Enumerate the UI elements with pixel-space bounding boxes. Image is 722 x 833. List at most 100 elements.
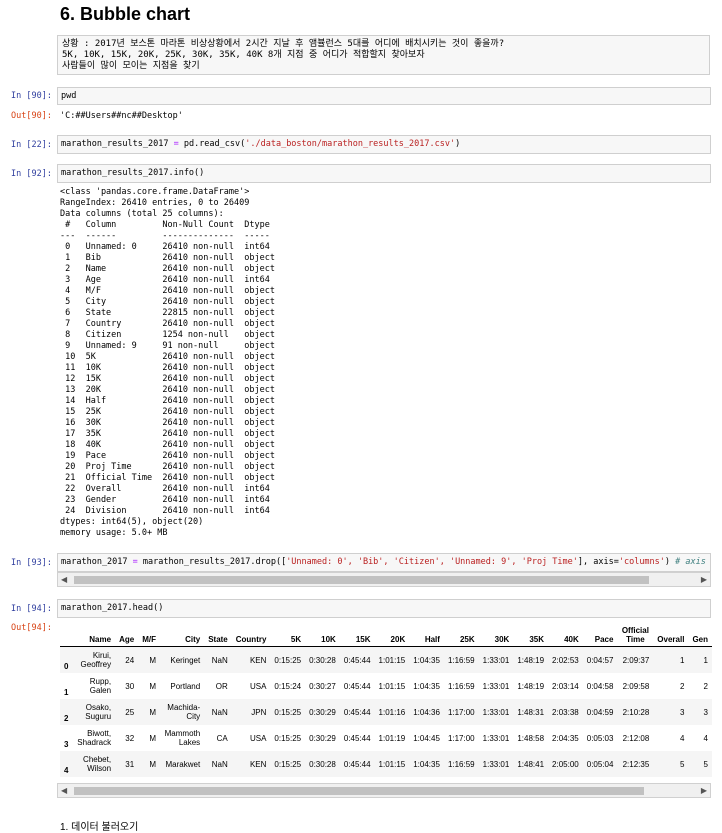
scroll-left-icon[interactable]: ◀	[61, 575, 67, 584]
column-header	[60, 620, 73, 647]
column-header: 10K	[305, 620, 340, 647]
table-cell: 1:17:00	[447, 733, 475, 743]
output-line: RangeIndex: 26410 entries, 0 to 26409	[60, 198, 250, 208]
table-cell: 0:45:44	[343, 707, 371, 717]
table-cell: 2:09:37	[622, 655, 650, 665]
scroll-right-icon[interactable]: ▶	[701, 575, 707, 584]
table-cell: 1	[679, 655, 685, 665]
table-cell: 0:45:44	[343, 655, 371, 665]
table-row: 3 Biwott, Shadrack 32 M Mammoth Lakes CA USA 0:…	[60, 725, 712, 751]
table-row: 2 Osako, Suguru 25 M Machida-City NaN JPN 0:15:…	[60, 699, 712, 725]
table-cell: 0:04:57	[586, 655, 614, 665]
table-row: 4 Chebet, Wilson 31 M Marakwet NaN KEN 0:15:25 0…	[60, 751, 712, 777]
column-header: Official Time	[617, 620, 654, 647]
column-header: State	[204, 620, 232, 647]
column-header: 5K	[270, 620, 306, 647]
code-cell-93[interactable]: marathon_2017 = marathon_results_2017.dr…	[57, 553, 711, 572]
output-line: 5 City 26410 non-null object	[60, 297, 275, 307]
table-cell: 1:04:35	[413, 655, 440, 665]
table-cell: 1:01:15	[378, 759, 406, 769]
output-line: 16 30K 26410 non-null object	[60, 418, 275, 428]
output-line: 24 Division 26410 non-null int64	[60, 506, 270, 516]
output-line: 18 40K 26410 non-null object	[60, 440, 275, 450]
output-line: 1 Bib 26410 non-null object	[60, 253, 275, 263]
table-cell: 0:15:24	[274, 681, 302, 691]
code-string: 'columns'	[618, 557, 665, 567]
column-header: Gen	[688, 620, 712, 647]
table-cell: 0:15:25	[274, 733, 302, 743]
output-line: dtypes: int64(5), object(20)	[60, 517, 204, 527]
markdown-line-3: 사람들이 많이 모이는 지점을 찾기	[62, 61, 200, 71]
table-cell: 1:16:59	[447, 681, 475, 691]
table-cell: OR	[215, 681, 228, 691]
out-prompt-90: Out[90]:	[11, 111, 52, 121]
table-cell: 1:16:59	[447, 759, 475, 769]
table-cell: 32	[125, 733, 135, 743]
table-cell: 1:04:35	[413, 759, 440, 769]
table-cell: 1:04:45	[413, 733, 440, 743]
table-cell: 2	[703, 681, 708, 691]
output-line: 23 Gender 26410 non-null int64	[60, 495, 270, 505]
row-index: 1	[64, 688, 69, 697]
column-header: 35K	[513, 620, 549, 647]
table-cell: Portland	[170, 681, 201, 691]
table-cell: Marakwet	[165, 759, 201, 769]
output-line: 15 25K 26410 non-null object	[60, 407, 275, 417]
table-cell: 1	[703, 655, 708, 665]
table-cell: 1:04:35	[413, 681, 440, 691]
row-index: 3	[64, 740, 69, 749]
table-cell: 5	[703, 759, 708, 769]
table-cell: 1:01:19	[378, 733, 406, 743]
horizontal-scrollbar-94[interactable]: ◀ ▶	[57, 783, 711, 798]
table-cell: 1:48:31	[517, 707, 545, 717]
code-cell-22[interactable]: marathon_results_2017 = pd.read_csv('./d…	[57, 135, 711, 154]
table-cell: 1:01:15	[378, 655, 406, 665]
output-line: Data columns (total 25 columns):	[60, 209, 224, 219]
horizontal-scrollbar-93[interactable]: ◀ ▶	[57, 572, 711, 587]
table-cell: NaN	[211, 759, 228, 769]
table-row: 1 Rupp, Galen 30 M Portland OR USA 0:15:24 0:30:…	[60, 673, 712, 699]
code-cell-94[interactable]: marathon_2017.head()	[57, 599, 711, 618]
table-cell: 1:33:01	[482, 655, 510, 665]
scrollbar-thumb[interactable]	[74, 787, 644, 795]
code-cell-90[interactable]: pwd	[57, 87, 711, 105]
column-header: Overall	[653, 620, 689, 647]
table-cell: 0:30:27	[309, 681, 336, 691]
scrollbar-thumb[interactable]	[74, 576, 649, 584]
markdown-cell[interactable]: 상황 : 2017년 보스톤 마라톤 비상상황에서 2시간 지날 후 앰뷸런스 …	[57, 35, 710, 75]
in-prompt-92: In [92]:	[11, 169, 52, 179]
table-cell: 1:48:19	[517, 681, 545, 691]
table-cell: 1:04:36	[413, 707, 440, 717]
output-line: 8 Citizen 1254 non-null object	[60, 330, 275, 340]
table-cell: 0:45:44	[343, 759, 371, 769]
code-part: marathon_2017	[61, 557, 133, 567]
table-cell: 2:04:35	[552, 733, 579, 743]
table-cell: 2:10:28	[622, 707, 650, 717]
column-header: 15K	[339, 620, 375, 647]
dataframe-table: Name Age M/F City State Country 5K 10K 15K 20K Hal…	[60, 620, 712, 777]
table-cell: 30	[125, 681, 135, 691]
table-cell: NaN	[211, 707, 228, 717]
scroll-right-icon[interactable]: ▶	[701, 786, 707, 795]
code-string: 'Unnamed: 0', 'Bib', 'Citizen', 'Unnamed…	[286, 557, 578, 567]
code-cell-92[interactable]: marathon_results_2017.info()	[57, 164, 711, 183]
scroll-left-icon[interactable]: ◀	[61, 786, 67, 795]
output-line: 22 Overall 26410 non-null int64	[60, 484, 270, 494]
row-index: 4	[64, 766, 69, 775]
output-line: # Column Non-Null Count Dtype	[60, 220, 270, 230]
column-header: City	[159, 620, 205, 647]
code-text: marathon_results_2017.info()	[61, 168, 205, 178]
output-line: 4 M/F 26410 non-null object	[60, 286, 275, 296]
output-line: 7 Country 26410 non-null object	[60, 319, 275, 329]
column-header: 30K	[478, 620, 514, 647]
in-prompt-22: In [22]:	[11, 140, 52, 150]
table-cell: 31	[125, 759, 135, 769]
column-header: Age	[115, 620, 139, 647]
table-cell: JPN	[251, 707, 267, 717]
section-heading: 6. Bubble chart	[60, 4, 191, 24]
table-cell: 4	[703, 733, 708, 743]
dataframe-output[interactable]: Name Age M/F City State Country 5K 10K 15K 20K Hal…	[57, 620, 712, 780]
out-prompt-94: Out[94]:	[11, 623, 52, 633]
code-part: )	[455, 139, 461, 149]
table-cell: 2:03:38	[552, 707, 579, 717]
